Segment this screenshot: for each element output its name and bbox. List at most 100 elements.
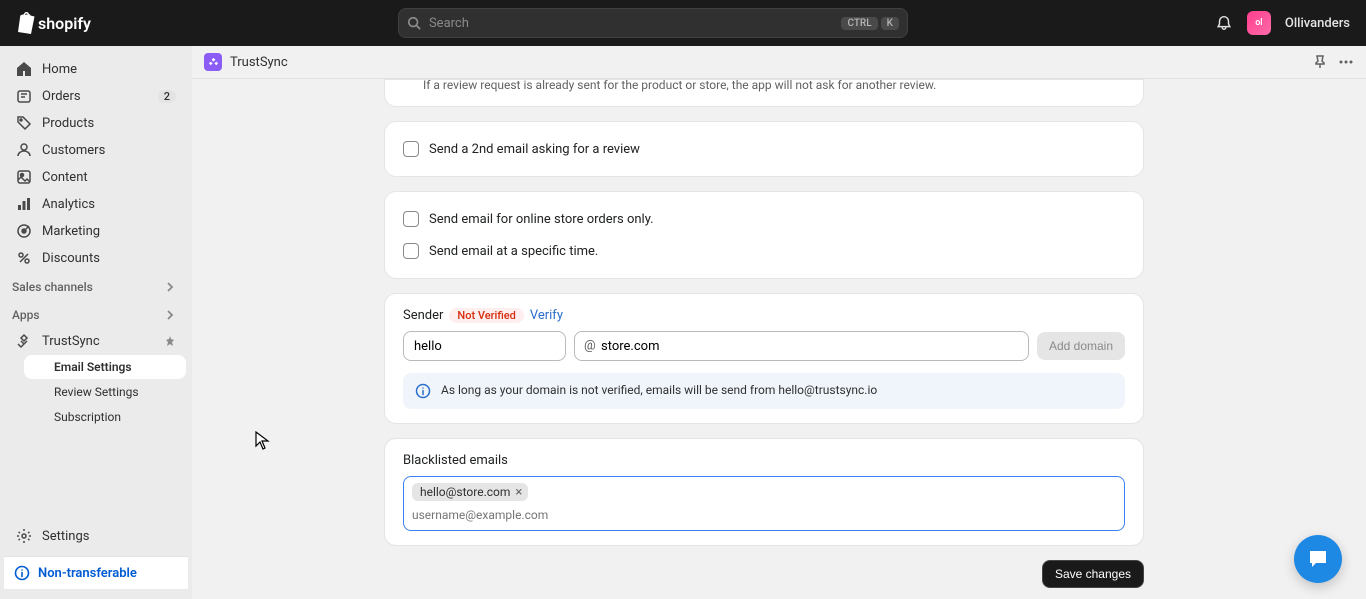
- search-placeholder: Search: [429, 16, 469, 31]
- pin-icon[interactable]: [1312, 54, 1328, 70]
- verify-link[interactable]: Verify: [530, 308, 563, 323]
- kbd-ctrl: CTRL: [841, 17, 877, 30]
- marketing-icon: [16, 223, 32, 239]
- checkbox-second-email[interactable]: [403, 141, 419, 157]
- blacklist-box[interactable]: hello@store.com ×: [403, 476, 1125, 531]
- sender-local-input[interactable]: [403, 331, 566, 361]
- domain-at-prefix: @: [584, 339, 596, 354]
- save-button[interactable]: Save changes: [1042, 560, 1144, 588]
- checkbox-label: Send email at a specific time.: [429, 244, 598, 259]
- sidebar-item-content[interactable]: Content: [6, 164, 186, 190]
- checkbox-online-only-row[interactable]: Send email for online store orders only.: [403, 206, 1125, 232]
- search-kbd: CTRL K: [841, 17, 899, 30]
- kbd-k: K: [881, 17, 899, 30]
- checkbox-label: Send a 2nd email asking for a review: [429, 142, 640, 157]
- card-second-email: Send a 2nd email asking for a review: [384, 121, 1144, 177]
- content-area: TrustSync If a review request is already…: [192, 46, 1366, 599]
- app-title: TrustSync: [230, 55, 288, 70]
- checkbox-label: Send email for online store orders only.: [429, 212, 654, 227]
- section-sales-channels[interactable]: Sales channels: [6, 272, 186, 300]
- sidebar-sub-review-settings[interactable]: Review Settings: [24, 380, 186, 404]
- sender-label-row: Sender Not Verified Verify: [403, 308, 1125, 323]
- info-icon: [14, 565, 30, 581]
- tag-text: hello@store.com: [420, 485, 510, 499]
- nav-label: Review Settings: [54, 385, 139, 399]
- card-sender: Sender Not Verified Verify @ Add domain …: [384, 293, 1144, 424]
- sidebar-settings[interactable]: Settings: [6, 523, 186, 549]
- topbar: shopify Search CTRL K ol Ollivanders: [0, 0, 1366, 46]
- not-verified-badge: Not Verified: [449, 308, 523, 323]
- sidebar-app-trustsync[interactable]: TrustSync: [6, 328, 186, 354]
- customers-icon: [16, 142, 32, 158]
- sidebar-sub-subscription[interactable]: Subscription: [24, 405, 186, 429]
- avatar[interactable]: ol: [1247, 11, 1271, 35]
- nav-label: Home: [42, 62, 77, 77]
- checkbox-specific-time[interactable]: [403, 243, 419, 259]
- analytics-icon: [16, 196, 32, 212]
- chevron-right-icon: [164, 281, 176, 293]
- nav-label: Customers: [42, 143, 105, 158]
- sidebar: Home Orders 2 Products Customers Content…: [0, 46, 192, 599]
- username[interactable]: Ollivanders: [1285, 16, 1350, 31]
- card-email-options: Send email for online store orders only.…: [384, 191, 1144, 279]
- review-hint-text: If a review request is already sent for …: [403, 78, 1125, 92]
- nav-label: Email Settings: [54, 360, 132, 374]
- blacklist-label: Blacklisted emails: [403, 453, 1125, 468]
- blacklist-input[interactable]: [412, 506, 1116, 524]
- app-badge-icon: [204, 53, 222, 71]
- nav-label: Marketing: [42, 224, 100, 239]
- save-row: Save changes: [384, 560, 1144, 588]
- blacklist-tag: hello@store.com ×: [412, 483, 528, 501]
- checkbox-second-email-row[interactable]: Send a 2nd email asking for a review: [403, 136, 1125, 162]
- section-apps[interactable]: Apps: [6, 300, 186, 328]
- more-icon[interactable]: [1338, 54, 1354, 70]
- chevron-right-icon: [164, 309, 176, 321]
- sidebar-item-products[interactable]: Products: [6, 110, 186, 136]
- non-transferable-banner[interactable]: Non-transferable: [4, 556, 188, 589]
- nav-label: Discounts: [42, 251, 100, 266]
- main-panel: If a review request is already sent for …: [192, 79, 1366, 599]
- add-domain-button[interactable]: Add domain: [1037, 332, 1125, 360]
- gear-icon: [16, 528, 32, 544]
- app-header: TrustSync: [192, 46, 1366, 79]
- card-review-hint: If a review request is already sent for …: [384, 79, 1144, 107]
- trustsync-icon: [16, 333, 32, 349]
- bell-icon[interactable]: [1215, 14, 1233, 32]
- search-box[interactable]: Search CTRL K: [398, 8, 908, 38]
- sidebar-item-home[interactable]: Home: [6, 56, 186, 82]
- checkbox-online-only[interactable]: [403, 211, 419, 227]
- pin-icon[interactable]: [164, 335, 176, 347]
- sidebar-item-discounts[interactable]: Discounts: [6, 245, 186, 271]
- topbar-right: ol Ollivanders: [1215, 11, 1350, 35]
- sidebar-sub-email-settings[interactable]: Email Settings: [24, 355, 186, 379]
- sidebar-item-marketing[interactable]: Marketing: [6, 218, 186, 244]
- card-blacklist: Blacklisted emails hello@store.com ×: [384, 438, 1144, 546]
- shopify-bag-icon: [16, 12, 36, 34]
- tag-remove-icon[interactable]: ×: [515, 486, 522, 499]
- sender-label: Sender: [403, 308, 443, 323]
- brand-text: shopify: [38, 14, 91, 33]
- sender-domain-input[interactable]: [574, 331, 1029, 361]
- sidebar-item-analytics[interactable]: Analytics: [6, 191, 186, 217]
- chat-icon: [1306, 547, 1330, 571]
- nav-label: Content: [42, 170, 88, 185]
- search-icon: [407, 16, 421, 30]
- info-icon: [415, 383, 431, 399]
- non-transferable-label: Non-transferable: [38, 566, 137, 581]
- orders-icon: [16, 88, 32, 104]
- products-icon: [16, 115, 32, 131]
- discounts-icon: [16, 250, 32, 266]
- chat-bubble[interactable]: [1294, 535, 1342, 583]
- nav-label: TrustSync: [42, 334, 100, 349]
- nav-label: Orders: [42, 89, 81, 104]
- nav-label: Analytics: [42, 197, 95, 212]
- domain-info-banner: As long as your domain is not verified, …: [403, 373, 1125, 409]
- home-icon: [16, 61, 32, 77]
- sidebar-item-orders[interactable]: Orders 2: [6, 83, 186, 109]
- sidebar-item-customers[interactable]: Customers: [6, 137, 186, 163]
- shopify-logo[interactable]: shopify: [16, 12, 91, 34]
- checkbox-specific-time-row[interactable]: Send email at a specific time.: [403, 238, 1125, 264]
- content-icon: [16, 169, 32, 185]
- orders-badge: 2: [158, 90, 176, 103]
- info-message: As long as your domain is not verified, …: [441, 383, 877, 399]
